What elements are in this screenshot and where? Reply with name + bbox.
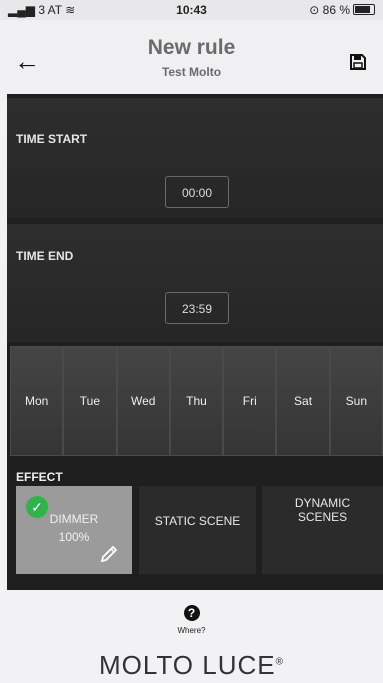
dimmer-label: DIMMER xyxy=(49,512,99,526)
day-mon[interactable]: Mon xyxy=(10,346,64,456)
effect-label: EFFECT xyxy=(16,470,63,484)
day-tue[interactable]: Tue xyxy=(63,346,117,456)
days-row: Mon Tue Wed Thu Fri Sat Sun xyxy=(10,346,383,456)
page-title: New rule xyxy=(147,36,236,59)
time-end-label: TIME END xyxy=(16,249,74,263)
question-icon: ? xyxy=(183,605,200,621)
battery-status: ⊙ 86 % xyxy=(309,3,375,17)
day-wed[interactable]: Wed xyxy=(116,346,170,456)
page-subtitle: Test Molto xyxy=(161,65,222,79)
save-button[interactable] xyxy=(349,53,367,76)
static-scene-label: STATIC SCENE xyxy=(154,514,241,528)
logo-registered-mark: ® xyxy=(275,656,284,668)
day-fri[interactable]: Fri xyxy=(223,346,277,456)
where-help-button[interactable]: ? Where? xyxy=(0,604,383,635)
day-sat[interactable]: Sat xyxy=(276,346,330,456)
battery-label: 86 % xyxy=(322,3,350,17)
brand-logo: MOLTO LUCE® xyxy=(0,650,383,681)
help-label: Where? xyxy=(177,626,206,635)
time-start-input[interactable]: 00:00 xyxy=(165,176,229,208)
dynamic-scenes-label-line1: DYNAMIC xyxy=(294,496,351,510)
day-thu[interactable]: Thu xyxy=(169,346,224,456)
time-end-input[interactable]: 23:59 xyxy=(165,292,229,324)
app-header: ← New rule Test Molto xyxy=(0,20,383,94)
day-sun[interactable]: Sun xyxy=(329,346,383,456)
effect-static-scene-button[interactable]: STATIC SCENE xyxy=(139,486,256,574)
rule-editor: TIME START 00:00 TIME END 23:59 Mon Tue … xyxy=(7,94,383,590)
battery-icon xyxy=(353,4,375,15)
dimmer-value: 100% xyxy=(58,530,90,544)
time-end-panel: TIME END 23:59 xyxy=(7,224,383,342)
effect-dimmer-button[interactable]: ✓ DIMMER 100% xyxy=(16,486,132,574)
time-start-label: TIME START xyxy=(16,132,88,146)
status-bar: ▂▄▆ 3 AT ≋ 10:43 ⊙ 86 % xyxy=(0,0,383,20)
pencil-icon[interactable] xyxy=(98,543,120,568)
time-start-panel: TIME START 00:00 xyxy=(7,98,383,218)
orientation-lock-icon: ⊙ xyxy=(309,3,320,17)
effect-dynamic-scenes-button[interactable]: DYNAMIC SCENES xyxy=(262,486,383,574)
save-icon xyxy=(350,54,366,70)
dynamic-scenes-label-line2: SCENES xyxy=(297,510,348,524)
logo-text: MOLTO LUCE xyxy=(98,650,276,680)
